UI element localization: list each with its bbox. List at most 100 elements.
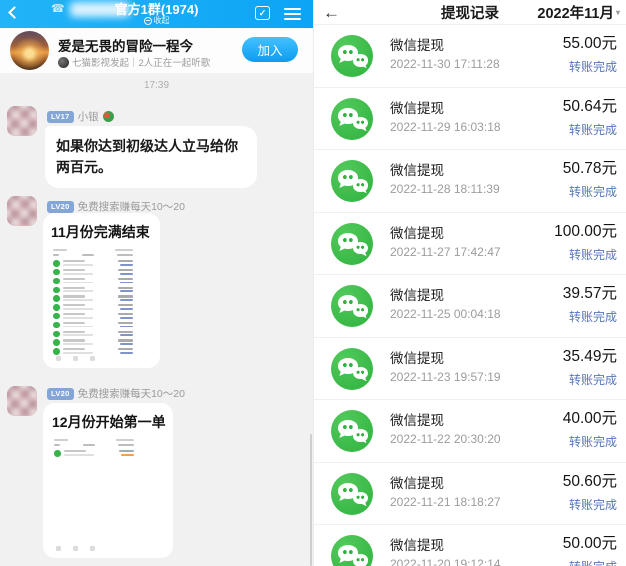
withdrawal-status: 转账完成 bbox=[569, 558, 617, 566]
chat-timestamp: 17:39 bbox=[0, 80, 313, 91]
card-title: 12月份开始第一单 bbox=[52, 412, 165, 432]
wechat-icon bbox=[331, 410, 373, 452]
wechat-icon bbox=[331, 35, 373, 77]
level-badge: LV20 bbox=[47, 388, 74, 400]
withdrawal-datetime: 2022-11-25 00:04:18 bbox=[390, 307, 501, 321]
join-button[interactable]: 加入 bbox=[242, 37, 298, 62]
thumbnail-row bbox=[53, 313, 133, 322]
wechat-icon bbox=[331, 348, 373, 390]
avatar[interactable] bbox=[7, 106, 37, 136]
sender-name: 小银 bbox=[78, 109, 99, 124]
thumbnail-row bbox=[53, 339, 133, 348]
withdrawal-title: 微信提现 bbox=[390, 159, 444, 179]
chevron-down-icon: ▾ bbox=[616, 8, 620, 17]
withdrawal-status: 转账完成 bbox=[569, 308, 617, 325]
withdrawal-amount: 100.00元 bbox=[554, 219, 617, 241]
withdrawal-row[interactable]: 微信提现 2022-11-22 20:30:20 40.00元 转账完成 bbox=[314, 400, 626, 463]
avatar[interactable] bbox=[7, 196, 37, 226]
screenshot-thumbnail bbox=[53, 249, 133, 357]
withdrawal-title: 微信提现 bbox=[390, 347, 444, 367]
withdrawal-title: 微信提现 bbox=[390, 472, 444, 492]
wechat-icon bbox=[331, 223, 373, 265]
withdrawal-title: 微信提现 bbox=[390, 284, 444, 304]
withdrawal-datetime: 2022-11-21 18:18:27 bbox=[390, 495, 501, 509]
banner-title: 爱是无畏的冒险一程今 bbox=[58, 35, 193, 55]
withdrawal-title: 微信提现 bbox=[390, 97, 444, 117]
withdrawal-header: ← 提现记录 2022年11月 ▾ bbox=[314, 0, 626, 25]
withdrawal-amount: 35.49元 bbox=[563, 344, 617, 366]
withdrawal-row[interactable]: 微信提现 2022-11-28 18:11:39 50.78元 转账完成 bbox=[314, 150, 626, 213]
withdrawal-title: 微信提现 bbox=[390, 222, 444, 242]
withdrawal-status: 转账完成 bbox=[569, 246, 617, 263]
wechat-icon bbox=[331, 285, 373, 327]
screen: ☎ 官方1群(1974) 收起 ✓ 爱是无畏的冒险一程今 七猫影视发起｜2人正在… bbox=[0, 0, 626, 566]
thumbnail-rows bbox=[53, 260, 133, 357]
withdrawal-datetime: 2022-11-27 17:42:47 bbox=[390, 245, 501, 259]
image-message-card[interactable]: 11月份完满结束 bbox=[43, 213, 160, 368]
withdrawal-row[interactable]: 微信提现 2022-11-27 17:42:47 100.00元 转账完成 bbox=[314, 213, 626, 276]
avatar[interactable] bbox=[7, 386, 37, 416]
withdrawal-datetime: 2022-11-29 16:03:18 bbox=[390, 120, 501, 134]
menu-icon[interactable] bbox=[284, 8, 301, 20]
withdrawal-row[interactable]: 微信提现 2022-11-23 19:57:19 35.49元 转账完成 bbox=[314, 338, 626, 401]
qq-chat-panel: ☎ 官方1群(1974) 收起 ✓ 爱是无畏的冒险一程今 七猫影视发起｜2人正在… bbox=[0, 0, 313, 566]
withdrawal-row[interactable]: 微信提现 2022-11-25 00:04:18 39.57元 转账完成 bbox=[314, 275, 626, 338]
withdrawal-datetime: 2022-11-28 18:11:39 bbox=[390, 182, 500, 196]
banner-subtitle: 七猫影视发起｜2人正在一起听歌 bbox=[72, 55, 210, 69]
withdrawal-row[interactable]: 微信提现 2022-11-21 18:18:27 50.60元 转账完成 bbox=[314, 463, 626, 526]
wechat-icon bbox=[331, 160, 373, 202]
withdrawal-status: 转账完成 bbox=[569, 433, 617, 450]
withdrawal-row[interactable]: 微信提现 2022-11-20 19:12:14 50.00元 转账完成 bbox=[314, 525, 626, 566]
period-selector[interactable]: 2022年11月 ▾ bbox=[537, 2, 620, 23]
withdrawal-amount: 55.00元 bbox=[563, 31, 617, 53]
thumbnail-row bbox=[53, 287, 133, 296]
thumbnail-rows bbox=[54, 450, 134, 459]
card-action-icons bbox=[56, 356, 95, 361]
wechat-icon bbox=[331, 535, 373, 566]
wechat-icon bbox=[331, 98, 373, 140]
withdrawal-row[interactable]: 微信提现 2022-11-30 17:11:28 55.00元 转账完成 bbox=[314, 25, 626, 88]
collapse-icon bbox=[144, 17, 152, 25]
host-avatar bbox=[58, 57, 69, 68]
sender-row: LV20 免费搜索赚每天10～20 bbox=[47, 386, 185, 401]
sender-name: 免费搜索赚每天10～20 bbox=[78, 199, 185, 214]
dragon-emoji-icon bbox=[103, 111, 114, 122]
period-label: 2022年11月 bbox=[537, 2, 614, 23]
withdrawal-amount: 50.00元 bbox=[563, 531, 617, 553]
banner-avatar bbox=[10, 31, 49, 70]
withdrawal-panel: ← 提现记录 2022年11月 ▾ 微信提现 2022-11-30 17:11:… bbox=[313, 0, 626, 566]
thumbnail-row bbox=[53, 269, 133, 278]
withdrawal-amount: 50.64元 bbox=[563, 94, 617, 116]
withdrawal-datetime: 2022-11-20 19:12:14 bbox=[390, 557, 501, 566]
thumbnail-row bbox=[53, 331, 133, 340]
withdrawal-amount: 39.57元 bbox=[563, 281, 617, 303]
withdrawal-status: 转账完成 bbox=[569, 183, 617, 200]
withdrawal-title: 微信提现 bbox=[390, 534, 444, 554]
qq-navbar: ☎ 官方1群(1974) 收起 ✓ bbox=[0, 0, 313, 28]
card-action-icons bbox=[56, 546, 95, 551]
withdrawal-amount: 40.00元 bbox=[563, 406, 617, 428]
listen-together-banner: 爱是无畏的冒险一程今 七猫影视发起｜2人正在一起听歌 加入 bbox=[0, 28, 313, 73]
sender-name: 免费搜索赚每天10～20 bbox=[78, 386, 185, 401]
withdrawal-amount: 50.60元 bbox=[563, 469, 617, 491]
sender-row: LV20 免费搜索赚每天10～20 bbox=[47, 199, 185, 214]
withdrawal-datetime: 2022-11-22 20:30:20 bbox=[390, 432, 501, 446]
level-badge: LV20 bbox=[47, 201, 74, 213]
withdrawal-datetime: 2022-11-23 19:57:19 bbox=[390, 370, 501, 384]
withdrawal-status: 转账完成 bbox=[569, 58, 617, 75]
thumbnail-row bbox=[54, 450, 134, 459]
withdrawal-status: 转账完成 bbox=[569, 371, 617, 388]
image-message-card[interactable]: 12月份开始第一单 bbox=[43, 403, 173, 558]
thumbnail-row bbox=[53, 278, 133, 287]
withdrawal-list: 微信提现 2022-11-30 17:11:28 55.00元 转账完成 微信提… bbox=[314, 25, 626, 566]
thumbnail-row bbox=[53, 322, 133, 331]
withdrawal-row[interactable]: 微信提现 2022-11-29 16:03:18 50.64元 转账完成 bbox=[314, 88, 626, 151]
withdrawal-status: 转账完成 bbox=[569, 121, 617, 138]
collapse-label: 收起 bbox=[154, 15, 170, 26]
thumbnail-row bbox=[53, 295, 133, 304]
calendar-check-icon[interactable]: ✓ bbox=[255, 6, 270, 20]
wechat-icon bbox=[331, 473, 373, 515]
scrollbar[interactable] bbox=[310, 434, 313, 566]
message-bubble: 如果你达到初级达人立马给你两百元。 bbox=[45, 126, 257, 188]
banner-subtitle-row: 七猫影视发起｜2人正在一起听歌 bbox=[58, 55, 210, 69]
